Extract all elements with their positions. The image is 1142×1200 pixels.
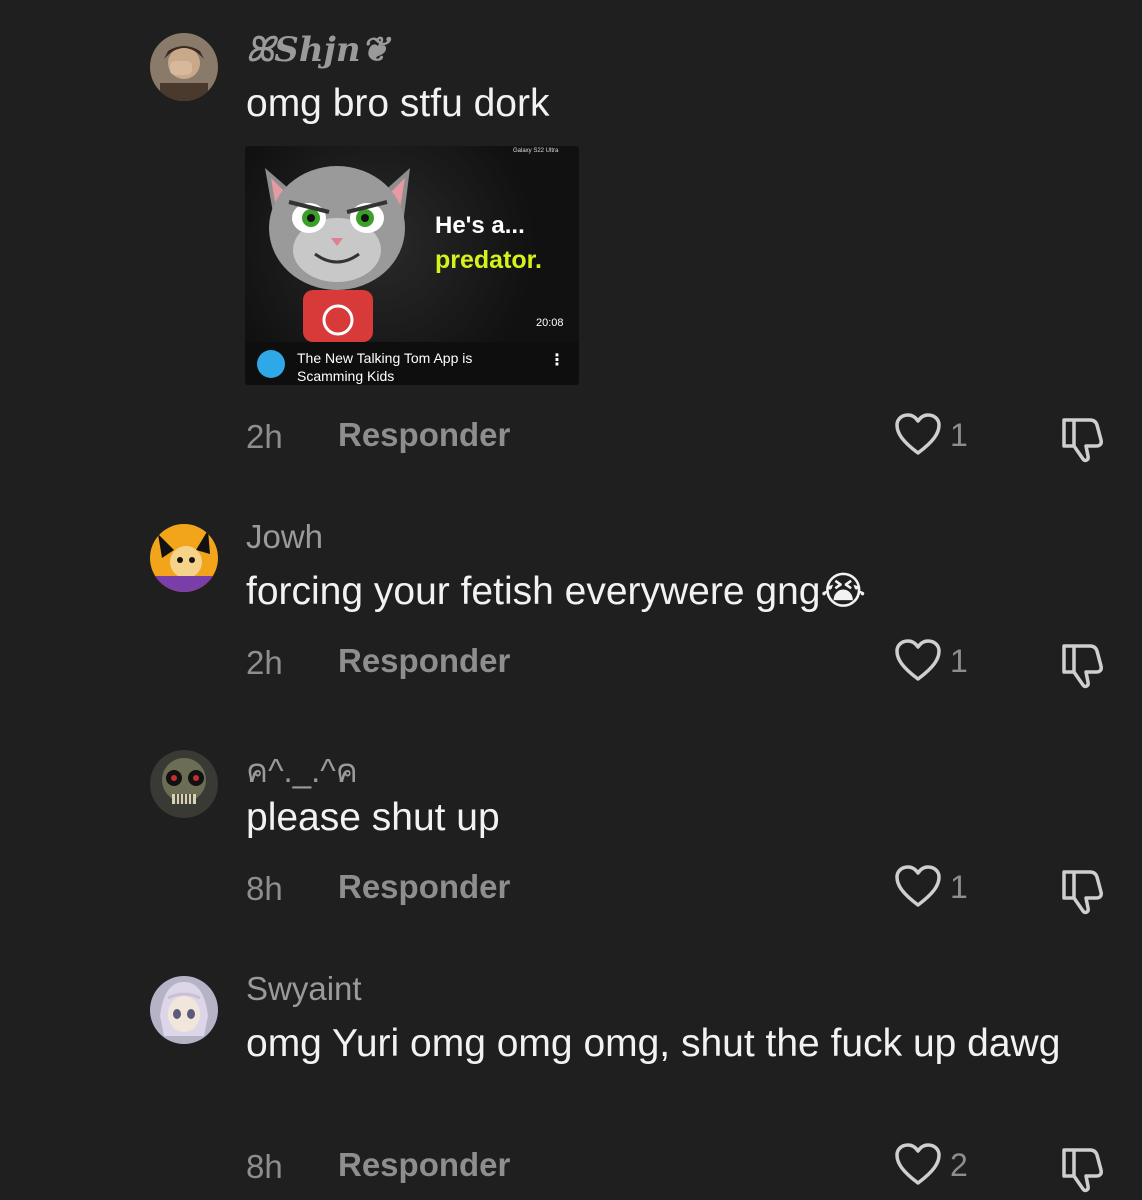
like-count: 1 <box>950 868 968 905</box>
like-button[interactable]: 2 <box>894 1142 968 1188</box>
comment-time: 2h <box>246 418 283 455</box>
like-count: 2 <box>950 1146 968 1183</box>
username[interactable]: ค^._.^ค <box>246 744 358 797</box>
comment-text: omg bro stfu dork <box>246 82 550 125</box>
avatar[interactable] <box>150 976 218 1044</box>
video-thumbnail[interactable]: Galaxy S22 Ultra He's a... predator. 20:… <box>245 146 579 342</box>
username[interactable]: ꕤShjn❦ <box>246 30 389 70</box>
comment-text: please shut up <box>246 796 500 839</box>
thumbnail-headline-2: predator. <box>435 246 542 274</box>
reply-button[interactable]: Responder <box>338 868 510 906</box>
video-duration: 20:08 <box>536 317 564 329</box>
dislike-icon <box>1062 644 1103 689</box>
reply-button[interactable]: Responder <box>338 1146 510 1184</box>
video-title[interactable]: The New Talking Tom App is Scamming Kids <box>297 349 537 385</box>
username[interactable]: Swyaint <box>246 970 362 1008</box>
comment-time: 8h <box>246 1148 283 1185</box>
like-button[interactable]: 1 <box>894 412 968 458</box>
like-button[interactable]: 1 <box>894 638 968 684</box>
thumbnail-headline-1: He's a... <box>435 212 525 239</box>
dislike-icon <box>1062 1148 1103 1193</box>
dislike-icon <box>1062 870 1103 915</box>
heart-icon <box>895 413 941 455</box>
comment-text: omg Yuri omg omg omg, shut the fuck up d… <box>246 1022 1061 1065</box>
comment-time: 8h <box>246 870 283 907</box>
dislike-button[interactable] <box>1056 638 1108 690</box>
reply-button[interactable]: Responder <box>338 642 510 680</box>
more-vertical-icon[interactable]: ⋮ <box>549 350 565 370</box>
comment-time: 2h <box>246 644 283 681</box>
heart-icon <box>895 1143 941 1185</box>
like-count: 1 <box>950 642 968 679</box>
comment-text: forcing your fetish everywere gng😭 <box>246 570 867 613</box>
heart-icon <box>895 639 941 681</box>
like-button[interactable]: 1 <box>894 864 968 910</box>
video-embed[interactable]: Galaxy S22 Ultra He's a... predator. 20:… <box>245 146 579 385</box>
avatar[interactable] <box>150 33 218 101</box>
video-info-bar[interactable]: The New Talking Tom App is Scamming Kids… <box>245 342 579 385</box>
dislike-button[interactable] <box>1056 864 1108 916</box>
reply-button[interactable]: Responder <box>338 416 510 454</box>
dislike-button[interactable] <box>1056 412 1108 464</box>
heart-icon <box>895 865 941 907</box>
channel-avatar[interactable] <box>257 350 285 378</box>
like-count: 1 <box>950 416 968 453</box>
dislike-button[interactable] <box>1056 1142 1108 1194</box>
cat-character-image <box>265 166 410 342</box>
dislike-icon <box>1062 418 1103 463</box>
thumbnail-tagline: Galaxy S22 Ultra <box>513 148 559 154</box>
avatar[interactable] <box>150 750 218 818</box>
avatar[interactable] <box>150 524 218 592</box>
username[interactable]: Jowh <box>246 518 323 556</box>
